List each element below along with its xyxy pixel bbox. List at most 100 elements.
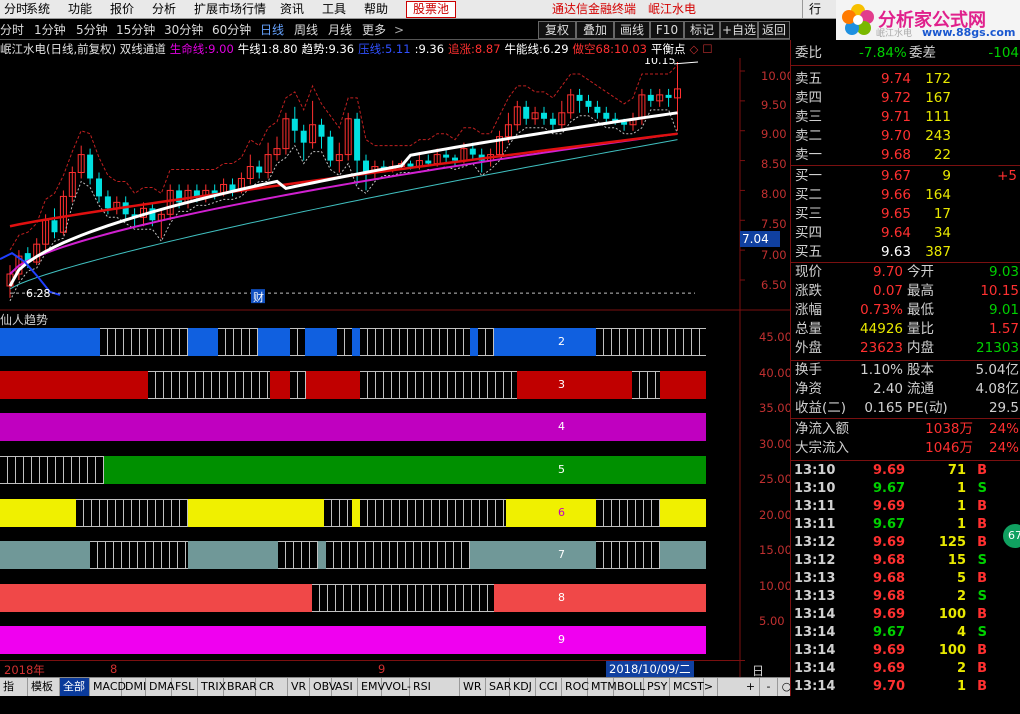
bid-row[interactable]: 买三 9.65 17 [791,205,1020,224]
indicator-tab-obv[interactable]: OBV [310,678,336,696]
mark-button[interactable]: 标记 [684,21,720,39]
menu-item-tools[interactable]: 工具 [316,0,352,19]
indicator-tab-boll[interactable]: BOLL [614,678,645,696]
bid-row[interactable]: 买二 9.66 164 [791,186,1020,205]
strip-segment [352,328,360,356]
candle-body [665,94,672,98]
info-item: 生命线:9.00 [169,42,234,56]
indicator-tab-fsl[interactable]: FSL [172,678,198,696]
menu-item-news[interactable]: 资讯 [274,0,310,19]
draw-line-button[interactable]: 画线 [614,21,650,39]
period-1min[interactable]: 1分钟 [34,22,66,38]
zoom-out-icon[interactable]: - [760,678,778,696]
indicator-tab-trix[interactable]: TRIX [198,678,226,696]
ask-row[interactable]: 卖一 9.68 22 [791,146,1020,165]
indicator-tab-macd[interactable]: MACD [90,678,126,696]
trade-volume: 1 [956,517,966,532]
period-30min[interactable]: 30分钟 [164,22,203,38]
strip-label: 2 [558,335,565,348]
indicator-tab-psy[interactable]: PSY [644,678,670,696]
strip-segment [278,541,318,569]
indicator-tab-mcst[interactable]: MCST [670,678,704,696]
strip-segment [596,499,660,527]
bid-price: 9.63 [880,244,911,260]
indicator-tab-vr[interactable]: VR [288,678,310,696]
menu-item-function[interactable]: 功能 [62,0,98,19]
strip-segment [148,371,270,399]
quote-label: 涨幅 [795,302,822,318]
candle-body [523,106,530,119]
strip-segment [470,328,478,356]
more-arrow-icon[interactable]: > [394,22,404,38]
period-weekly[interactable]: 周线 [294,22,318,38]
float-badge[interactable]: 67 [1003,524,1020,548]
period-daily[interactable]: 日线 [260,22,284,38]
strip-segment [104,456,706,484]
period-monthly[interactable]: 月线 [328,22,352,38]
trade-price: 9.67 [873,625,906,640]
add-watchlist-button[interactable]: +自选 [720,21,758,39]
ask-price: 9.74 [880,71,911,87]
trade-side: S [977,481,987,496]
indicator-tab-模板[interactable]: 模板 [28,678,60,696]
quote-panel: 委比 -7.84% 委差 -104 卖五 9.74 172 卖四 9.72 167 卖三 9.… [790,40,1020,696]
bid-row[interactable]: 买一 9.67 9 +5 [791,167,1020,186]
indicator-tab-brar[interactable]: BRAR [224,678,257,696]
menu-item-help[interactable]: 帮助 [358,0,394,19]
candle-body [327,136,334,161]
diamond-icon[interactable]: ◇ [689,42,698,56]
indicator-tick: 10.00 [759,578,792,593]
scroll-right-icon[interactable]: > [700,678,718,696]
ask-row[interactable]: 卖三 9.71 111 [791,108,1020,127]
indicator-tab-rsi[interactable]: RSI [410,678,460,696]
ask-row[interactable]: 卖四 9.72 167 [791,89,1020,108]
period-fenshi[interactable]: 分时 [0,22,24,38]
back-button[interactable]: 返回 [758,21,790,39]
menu-item-row[interactable]: 行 [802,0,827,19]
indicator-tab-vol-tdx[interactable]: VOL-TDX [382,678,411,711]
menu-item-system[interactable]: 系统 [20,0,56,19]
indicator-tab-asi[interactable]: ASI [332,678,358,696]
overlay-button[interactable]: 叠加 [576,21,614,39]
indicator-tab-cci[interactable]: CCI [536,678,562,696]
period-more[interactable]: 更多 [362,22,386,38]
strip-segment [0,541,90,569]
indicator-tab-cr[interactable]: CR [256,678,288,696]
strip-segment [318,541,326,569]
ask-label: 卖五 [795,71,822,87]
ask-row[interactable]: 卖二 9.70 243 [791,127,1020,146]
menu-item-extended-market[interactable]: 扩展市场行情 [188,0,272,19]
indicator-tab-emv[interactable]: EMV [358,678,385,696]
candle-body [452,157,458,161]
date-month-9: 9 [378,662,386,676]
indicator-tab-dmi[interactable]: DMI [122,678,146,696]
menu-item-quote[interactable]: 报价 [104,0,140,19]
indicator-tab-wr[interactable]: WR [460,678,486,696]
indicator-tab-roc[interactable]: ROC [562,678,589,696]
bid-row[interactable]: 买四 9.64 34 [791,224,1020,243]
ask-row[interactable]: 卖五 9.74 172 [791,70,1020,89]
trade-side: S [977,589,987,604]
date-month-8: 8 [110,662,118,676]
indicator-tab-kdj[interactable]: KDJ [510,678,536,696]
indicator-tab-dma[interactable]: DMA [146,678,175,696]
zoom-in-icon[interactable]: + [742,678,760,696]
square-icon[interactable]: ☐ [702,42,712,56]
period-15min[interactable]: 15分钟 [116,22,155,38]
bid-row[interactable]: 买五 9.63 387 [791,243,1020,262]
info-item: 牛能线:6.29 [504,42,569,56]
indicator-tab-mtm[interactable]: MTM [588,678,617,696]
f10-button[interactable]: F10 [650,21,684,39]
fuquan-button[interactable]: 复权 [538,21,576,39]
period-5min[interactable]: 5分钟 [76,22,108,38]
trade-price: 9.67 [873,517,906,532]
stockpool-button[interactable]: 股票池 [406,1,457,18]
strip-label: 3 [558,378,565,391]
indicator-tab-sar[interactable]: SAR [486,678,511,696]
period-60min[interactable]: 60分钟 [212,22,251,38]
indicator-tab-全部[interactable]: 全部 [60,678,90,696]
trade-row: 13:14 9.69 100 B [791,642,1020,660]
menu-item-analysis[interactable]: 分析 [146,0,182,19]
trade-volume: 71 [947,463,966,478]
indicator-tab-指标[interactable]: 指标 [0,678,28,711]
